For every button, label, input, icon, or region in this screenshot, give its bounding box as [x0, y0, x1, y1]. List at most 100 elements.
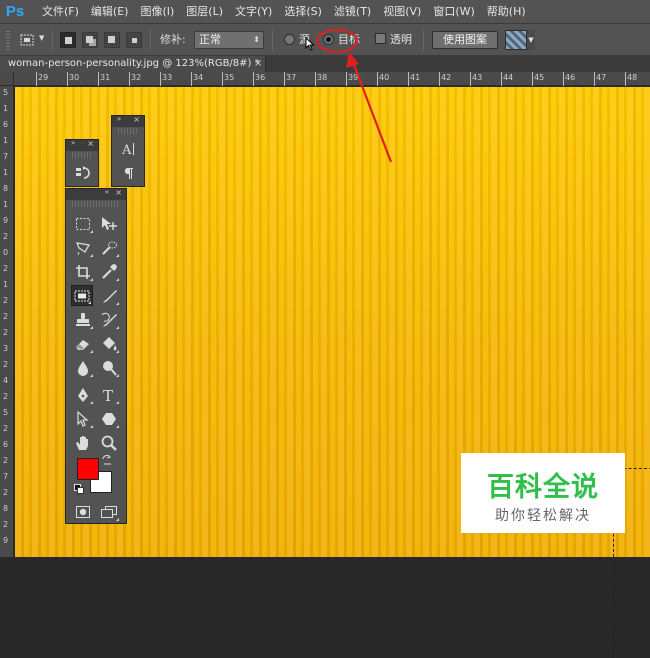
pen-tool-icon[interactable]	[72, 384, 94, 405]
ruler-h-tick	[346, 72, 347, 86]
menu-type[interactable]: 文字(Y)	[229, 0, 278, 24]
patch-tool-preset-icon[interactable]	[18, 32, 36, 48]
collapse-panel-icon[interactable]: »	[117, 115, 121, 123]
history-brush-tool-icon[interactable]	[98, 309, 120, 330]
crop-tool-icon[interactable]	[72, 261, 94, 282]
panel-grip[interactable]	[72, 201, 120, 207]
path-selection-tool-icon[interactable]	[72, 408, 94, 429]
move-tool-icon[interactable]	[98, 213, 120, 234]
patch-mode-select[interactable]: 正常 ⬍	[194, 31, 264, 49]
menu-edit[interactable]: 编辑(E)	[85, 0, 135, 24]
ruler-h-tick	[532, 72, 533, 86]
close-tab-icon[interactable]: ×	[254, 56, 262, 72]
type-panel-dock: » × A	[111, 115, 145, 187]
target-radio[interactable]	[323, 34, 334, 45]
ruler-h-tick	[439, 72, 440, 86]
ruler-v-label: 6	[3, 120, 9, 129]
pattern-swatch[interactable]	[505, 30, 527, 50]
paint-bucket-tool-icon[interactable]	[98, 333, 120, 354]
eyedropper-tool-icon[interactable]	[98, 261, 120, 282]
panel-grip[interactable]	[72, 152, 92, 158]
ruler-h-label: 39	[348, 73, 359, 82]
panel-grip[interactable]	[118, 128, 138, 134]
intersect-selection-button[interactable]	[126, 32, 142, 48]
rectangular-marquee-tool-icon[interactable]	[72, 213, 94, 234]
menu-select[interactable]: 选择(S)	[278, 0, 328, 24]
ruler-h-tick	[191, 72, 192, 86]
history-panel-icon[interactable]	[72, 162, 94, 183]
patch-tool-icon[interactable]	[71, 285, 93, 306]
options-bar-grip[interactable]	[6, 30, 10, 50]
source-radio[interactable]	[284, 34, 295, 45]
svg-text:T: T	[103, 387, 113, 403]
ruler-h-label: 33	[162, 73, 173, 82]
eraser-tool-icon[interactable]	[72, 333, 94, 354]
ruler-h-tick	[470, 72, 471, 86]
clone-stamp-tool-icon[interactable]	[72, 309, 94, 330]
menu-window[interactable]: 窗口(W)	[427, 0, 480, 24]
ruler-v-label: 5	[3, 408, 9, 417]
type-tool-icon[interactable]: T	[98, 384, 120, 405]
use-pattern-button[interactable]: 使用图案	[432, 31, 498, 49]
ruler-h-label: 43	[472, 73, 483, 82]
menu-file[interactable]: 文件(F)	[36, 0, 85, 24]
menu-bar: Ps 文件(F) 编辑(E) 图像(I) 图层(L) 文字(Y) 选择(S) 滤…	[0, 0, 650, 24]
new-selection-button[interactable]	[60, 32, 76, 48]
panel-header: » ×	[112, 115, 144, 127]
brush-tool-icon[interactable]	[98, 285, 120, 306]
ruler-v-label: 8	[3, 184, 9, 193]
add-to-selection-button[interactable]	[82, 32, 98, 48]
watermark-title: 百科全说	[487, 472, 599, 503]
collapse-panel-icon[interactable]: »	[71, 139, 75, 147]
ruler-v-label: 8	[3, 504, 9, 513]
ruler-h-label: 37	[286, 73, 297, 82]
close-panel-icon[interactable]: ×	[133, 115, 140, 124]
ruler-origin[interactable]	[0, 72, 14, 86]
quick-selection-tool-icon[interactable]	[98, 237, 120, 258]
subtract-from-selection-button[interactable]	[104, 32, 120, 48]
screen-mode-icon[interactable]	[98, 501, 120, 522]
transparent-checkbox[interactable]	[375, 33, 386, 44]
ruler-h-label: 40	[379, 73, 390, 82]
ruler-h-tick	[625, 72, 626, 86]
collapse-tools-icon[interactable]: «	[105, 188, 109, 196]
dodge-tool-icon[interactable]	[98, 357, 120, 378]
blur-tool-icon[interactable]	[72, 357, 94, 378]
menu-filter[interactable]: 滤镜(T)	[328, 0, 377, 24]
default-colors-icon[interactable]	[74, 484, 84, 497]
ruler-h-tick	[129, 72, 130, 86]
zoom-tool-icon[interactable]	[98, 432, 120, 453]
patch-mode-value: 正常	[199, 33, 221, 46]
lasso-tool-icon[interactable]	[72, 237, 94, 258]
vertical-ruler[interactable]: 5 1 6 1 7 1 8 1 9 2 0 2 1 2 2 2 3 2 4 2 5 2 6 2 7 2 8 2 9	[0, 86, 14, 557]
menu-help[interactable]: 帮助(H)	[481, 0, 532, 24]
ruler-v-label: 0	[3, 248, 9, 257]
swap-colors-icon[interactable]	[102, 454, 112, 468]
ruler-v-label: 4	[3, 376, 9, 385]
preset-dropdown-icon[interactable]: ▼	[39, 34, 44, 42]
hand-tool-icon[interactable]	[72, 432, 94, 453]
ruler-v-label: 7	[3, 152, 9, 161]
menu-layer[interactable]: 图层(L)	[180, 0, 229, 24]
ruler-h-tick	[36, 72, 37, 86]
options-bar: ▼ 修补: 正常 ⬍ 源 目标 透明 使用图案 ▼	[0, 24, 650, 56]
ruler-h-tick	[315, 72, 316, 86]
close-panel-icon[interactable]: ×	[115, 188, 122, 197]
menu-view[interactable]: 视图(V)	[377, 0, 427, 24]
quick-mask-icon[interactable]	[72, 501, 94, 522]
character-panel-icon[interactable]: A	[118, 138, 140, 159]
document-tab[interactable]: woman-person-personality.jpg @ 123%(RGB/…	[0, 56, 266, 72]
close-panel-icon[interactable]: ×	[87, 139, 94, 148]
pattern-dropdown-icon[interactable]: ▼	[527, 30, 535, 50]
menu-image[interactable]: 图像(I)	[134, 0, 180, 24]
foreground-color-swatch[interactable]	[77, 458, 99, 480]
patch-label: 修补:	[160, 33, 186, 46]
paragraph-panel-icon[interactable]	[118, 162, 140, 183]
ruler-h-label: 47	[596, 73, 607, 82]
transparent-label: 透明	[390, 33, 412, 46]
shape-tool-icon[interactable]	[98, 408, 120, 429]
ruler-v-label: 2	[3, 312, 9, 321]
ruler-v-label: 2	[3, 232, 9, 241]
horizontal-ruler[interactable]: 29 30 31 32 33 34 35 36 37 38 39 40 41 42 43 44 45 46 47 48	[14, 72, 650, 86]
ruler-v-label: 6	[3, 440, 9, 449]
